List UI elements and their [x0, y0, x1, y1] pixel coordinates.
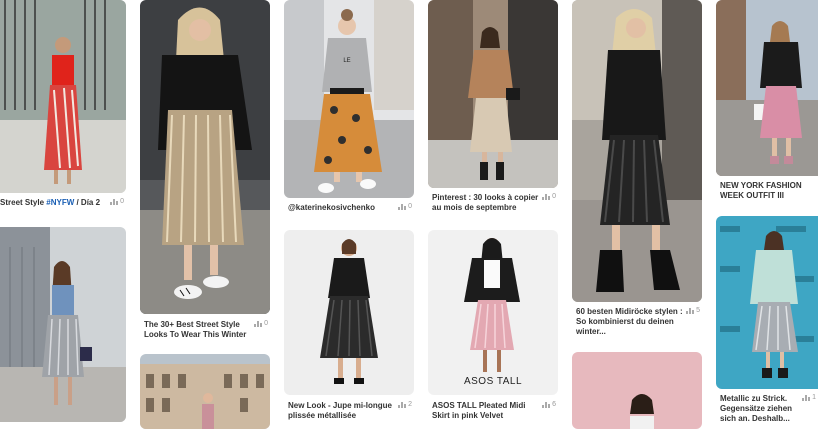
- pin-card[interactable]: Pinterest : 30 looks à copier au mois de…: [428, 0, 558, 222]
- pin-caption[interactable]: Metallic zu Strick. Gegensätze ziehen si…: [720, 394, 800, 424]
- pin-image[interactable]: [428, 0, 558, 188]
- saves-count: 5: [696, 307, 700, 314]
- pin-card[interactable]: Street Style #NYFW / Día 2 0: [0, 0, 126, 215]
- pin-image[interactable]: LE: [284, 0, 414, 198]
- saves-count: 6: [552, 401, 556, 408]
- saves-count: 2: [408, 401, 412, 408]
- pin-card[interactable]: LE @katerinekosivchenko 0: [284, 0, 414, 222]
- bar-chart-icon: [802, 394, 811, 401]
- brand-overlay-label: ASOS TALL: [463, 376, 523, 387]
- saves-count: 0: [120, 198, 124, 205]
- pin-stats: 6: [542, 401, 556, 408]
- svg-text:LE: LE: [343, 58, 350, 64]
- pin-stats: 1: [802, 394, 816, 401]
- pin-stats: 0: [254, 320, 268, 327]
- saves-count: 0: [408, 203, 412, 210]
- pin-caption[interactable]: Street Style #NYFW / Día 2: [0, 198, 108, 208]
- pin-caption[interactable]: @katerinekosivchenko: [288, 203, 396, 213]
- pin-stats: 2: [398, 401, 412, 408]
- pin-stats: 5: [686, 307, 700, 314]
- pin-card[interactable]: 60 besten Midiröcke stylen : So kombinie…: [572, 0, 702, 340]
- pin-caption[interactable]: 60 besten Midiröcke stylen : So kombinie…: [576, 307, 684, 337]
- pin-card[interactable]: The 30+ Best Street Style Looks To Wear …: [140, 0, 270, 344]
- saves-count: 1: [812, 394, 816, 401]
- bar-chart-icon: [110, 198, 119, 205]
- pin-column-4: Pinterest : 30 looks à copier au mois de…: [428, 0, 558, 429]
- pin-image[interactable]: [0, 227, 126, 422]
- pin-column-5: 60 besten Midiröcke stylen : So kombinie…: [572, 0, 702, 429]
- pin-card[interactable]: ASOS TALL ASOS TALL Pleated Midi Skirt i…: [428, 230, 558, 429]
- pin-caption[interactable]: The 30+ Best Street Style Looks To Wear …: [144, 320, 252, 340]
- pin-image[interactable]: [572, 352, 702, 429]
- pin-image[interactable]: ASOS TALL: [428, 230, 558, 395]
- pin-caption[interactable]: ASOS TALL Pleated Midi Skirt in pink Vel…: [432, 401, 540, 421]
- pin-image[interactable]: [572, 0, 702, 302]
- pin-stats: 0: [398, 203, 412, 210]
- pin-caption[interactable]: New Look - Jupe mi-longue plissée métall…: [288, 401, 396, 421]
- pin-caption[interactable]: NEW YORK FASHION WEEK OUTFIT III: [720, 181, 814, 201]
- pin-card[interactable]: Metallic zu Strick. Gegensätze ziehen si…: [716, 216, 818, 429]
- bar-chart-icon: [686, 307, 695, 314]
- pin-card[interactable]: New Look - Jupe mi-longue plissée métall…: [284, 230, 414, 429]
- saves-count: 0: [552, 193, 556, 200]
- pin-card[interactable]: NEW YORK FASHION WEEK OUTFIT III: [716, 0, 818, 212]
- pin-column-2: The 30+ Best Street Style Looks To Wear …: [140, 0, 270, 429]
- bar-chart-icon: [398, 203, 407, 210]
- pin-image[interactable]: [140, 0, 270, 314]
- pin-image[interactable]: [140, 354, 270, 429]
- bar-chart-icon: [398, 401, 407, 408]
- pin-column-6: NEW YORK FASHION WEEK OUTFIT III Metalli…: [716, 0, 818, 429]
- bar-chart-icon: [542, 193, 551, 200]
- pin-caption[interactable]: Pinterest : 30 looks à copier au mois de…: [432, 193, 540, 213]
- pin-stats: 0: [542, 193, 556, 200]
- pin-column-1: Street Style #NYFW / Día 2 0: [0, 0, 126, 429]
- pin-image[interactable]: [0, 0, 126, 193]
- pin-image[interactable]: [716, 216, 818, 389]
- pin-stats: 0: [110, 198, 124, 205]
- bar-chart-icon: [254, 320, 263, 327]
- hashtag-link[interactable]: #NYFW: [46, 198, 74, 207]
- bar-chart-icon: [542, 401, 551, 408]
- pin-image[interactable]: [284, 230, 414, 395]
- pin-image[interactable]: [716, 0, 818, 176]
- pin-card[interactable]: [572, 352, 702, 429]
- pin-card[interactable]: [0, 227, 126, 429]
- pin-card[interactable]: [140, 354, 270, 429]
- saves-count: 0: [264, 320, 268, 327]
- pin-column-3: LE @katerinekosivchenko 0 New Look - Jup…: [284, 0, 414, 429]
